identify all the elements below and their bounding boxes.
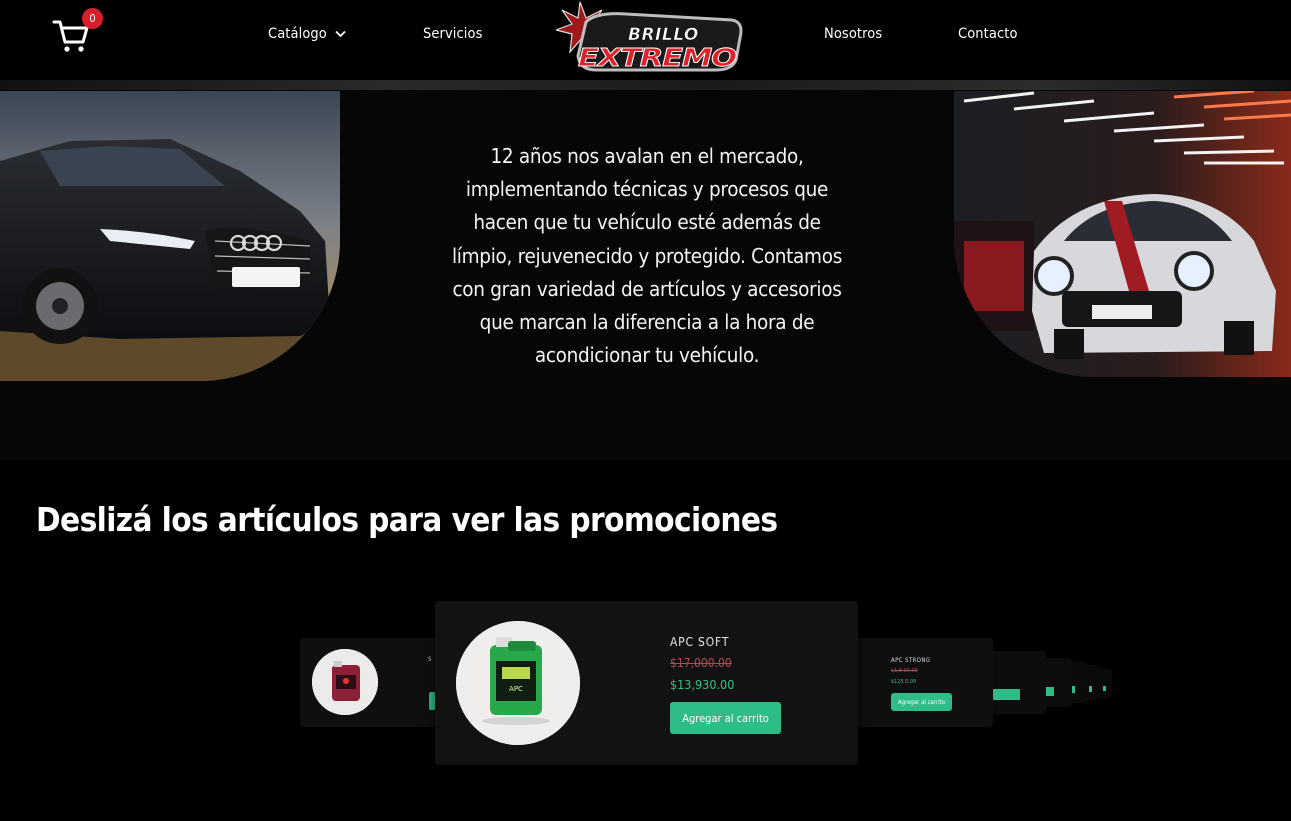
product-name: APC SOFT bbox=[670, 635, 730, 649]
product-name: APC STRONG bbox=[891, 657, 931, 664]
product-image: APC bbox=[456, 621, 580, 745]
add-to-cart-button[interactable] bbox=[1089, 686, 1092, 692]
nav-contacto[interactable]: Contacto bbox=[958, 26, 1018, 42]
product-new-price: $13,930.00 bbox=[670, 677, 735, 692]
hero-description: 12 años nos avalan en el mercado, implem… bbox=[451, 144, 843, 368]
product-card[interactable]: APC STRONG $1,8 00.00 $125 0.00 Agregar … bbox=[855, 638, 993, 727]
product-card[interactable]: S bbox=[300, 638, 440, 727]
site-header: 0 Catálogo Servicios Nosotros Contacto B… bbox=[0, 0, 1291, 80]
product-image bbox=[312, 649, 378, 715]
cart-count-badge: 0 bbox=[82, 8, 103, 29]
nav-catalogo-label: Catálogo bbox=[268, 26, 327, 42]
promo-section-title: Deslizá los artículos para ver las promo… bbox=[36, 500, 778, 539]
nav-servicios[interactable]: Servicios bbox=[423, 26, 483, 42]
product-new-price: $125 0.00 bbox=[891, 679, 917, 685]
add-to-cart-button[interactable]: Agregar al carrito bbox=[670, 702, 781, 734]
product-card-featured[interactable]: APC APC SOFT $17,000.00 $13,930.00 Agreg… bbox=[435, 601, 858, 765]
logo-text-top: BRILLO bbox=[628, 25, 699, 45]
mini-cooper-garage-image bbox=[954, 91, 1291, 377]
svg-text:APC: APC bbox=[509, 685, 523, 693]
product-old-price: $1,8 00.00 bbox=[891, 668, 918, 674]
nav-nosotros[interactable]: Nosotros bbox=[824, 26, 882, 42]
product-card[interactable] bbox=[1098, 668, 1112, 698]
brillo-extremo-logo[interactable]: BRILLO EXTREMO bbox=[553, 0, 746, 76]
chevron-down-icon bbox=[335, 30, 346, 38]
product-name: S bbox=[428, 656, 432, 663]
add-to-cart-button[interactable]: Agregar al carrito bbox=[891, 693, 952, 711]
nav-catalogo[interactable]: Catálogo bbox=[268, 26, 346, 42]
add-to-cart-button[interactable] bbox=[1103, 686, 1106, 691]
add-to-cart-button[interactable] bbox=[993, 689, 1020, 700]
audi-car-image bbox=[0, 91, 340, 381]
logo-text-bottom: EXTREMO bbox=[578, 43, 737, 72]
hero-top-strip bbox=[0, 80, 1291, 90]
product-card[interactable] bbox=[990, 651, 1046, 714]
product-old-price: $17,000.00 bbox=[670, 656, 732, 670]
